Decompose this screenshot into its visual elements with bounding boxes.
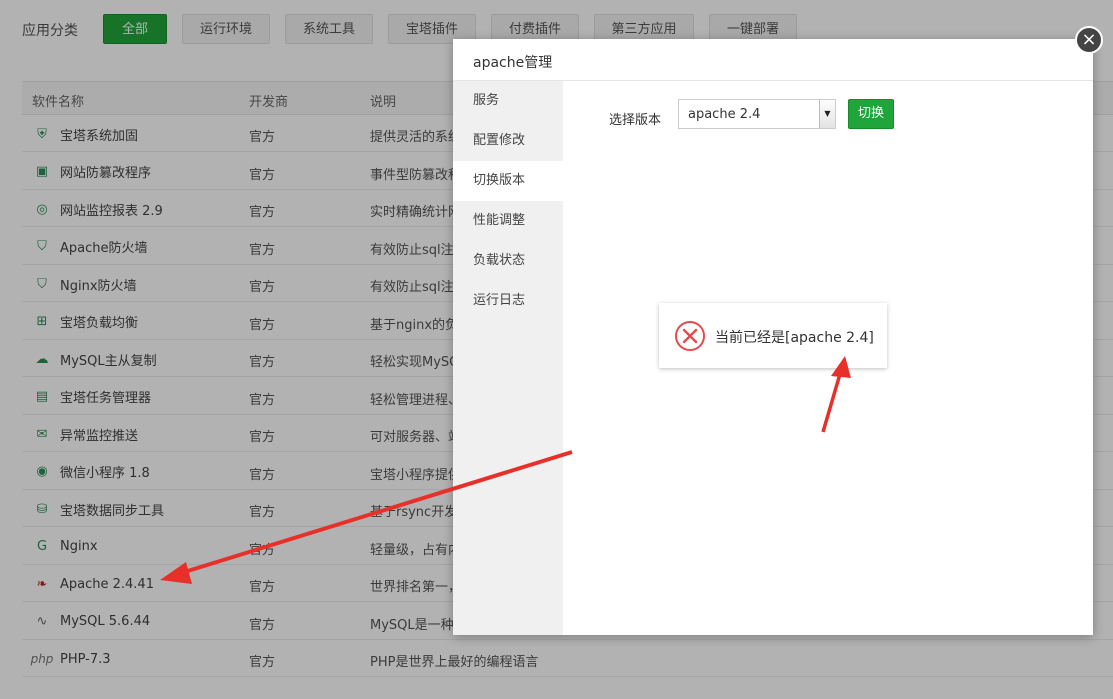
sidebar-item-switch-version[interactable]: 切换版本 (453, 161, 563, 201)
version-select-value: apache 2.4 (688, 107, 761, 122)
toast-message: 当前已经是[apache 2.4] (715, 330, 874, 346)
dialog-header: apache管理 (453, 39, 1093, 81)
sidebar-item-load-status[interactable]: 负载状态 (453, 241, 563, 281)
sidebar-item-service[interactable]: 服务 (453, 81, 563, 121)
sidebar-item-performance[interactable]: 性能调整 (453, 201, 563, 241)
version-label: 选择版本 (609, 113, 662, 128)
sidebar-item-config[interactable]: 配置修改 (453, 121, 563, 161)
chevron-down-icon[interactable]: ▼ (819, 100, 835, 128)
switch-version-button[interactable]: 切换 (848, 99, 894, 129)
sidebar-item-run-log[interactable]: 运行日志 (453, 281, 563, 321)
dialog-sidebar: 服务 配置修改 切换版本 性能调整 负载状态 运行日志 (453, 81, 563, 635)
error-x-icon (674, 320, 706, 356)
error-toast: 当前已经是[apache 2.4] (659, 303, 887, 368)
dialog-title: apache管理 (473, 55, 553, 71)
close-dialog-button[interactable]: × (1075, 26, 1103, 54)
version-select[interactable]: apache 2.4 ▼ (678, 99, 836, 129)
